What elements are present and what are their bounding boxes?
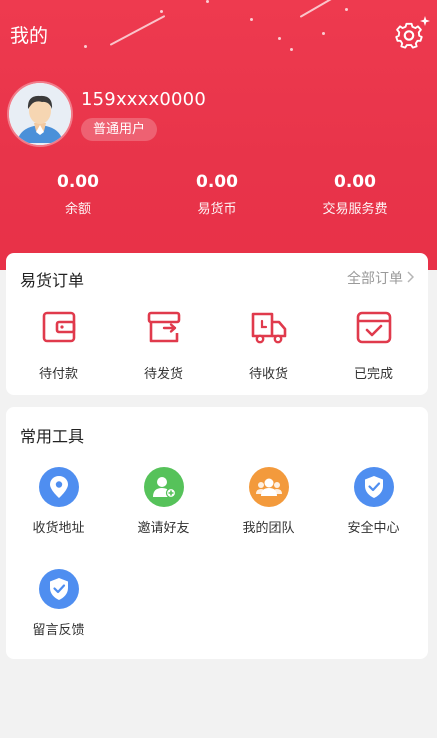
tools-title: 常用工具 — [20, 427, 85, 446]
tool-security-center[interactable]: 安全中心 — [321, 467, 426, 536]
order-pending-receipt[interactable]: 待收货 — [216, 309, 321, 382]
stat-barter-coin[interactable]: 0.00 易货币 — [142, 172, 292, 217]
order-label: 待付款 — [38, 367, 78, 382]
invite-user-icon — [143, 467, 184, 507]
decor-streak — [299, 0, 342, 18]
order-label: 待收货 — [248, 367, 288, 382]
order-pending-payment[interactable]: 待付款 — [6, 309, 111, 382]
decor-star — [290, 48, 293, 51]
default-avatar-icon — [9, 83, 71, 145]
tool-label: 留言反馈 — [32, 623, 85, 638]
order-pending-shipment[interactable]: 待发货 — [111, 309, 216, 382]
stat-service-fee[interactable]: 0.00 交易服务费 — [280, 172, 430, 217]
location-pin-icon — [38, 467, 79, 507]
orders-title: 易货订单 — [20, 271, 85, 290]
decor-star — [250, 18, 253, 21]
decor-star — [160, 10, 163, 13]
tools-card: 常用工具 收货地址 邀请好友 我的团队 安全中心 留言反馈 — [6, 407, 428, 659]
tool-label: 我的团队 — [242, 521, 295, 536]
shield-check-icon — [353, 467, 394, 507]
stat-value: 0.00 — [334, 172, 376, 192]
wallet-icon — [37, 309, 81, 353]
decor-streak — [109, 14, 166, 46]
tool-invite-friends[interactable]: 邀请好友 — [111, 467, 216, 536]
settings-button[interactable] — [392, 14, 430, 50]
stat-balance[interactable]: 0.00 余额 — [3, 172, 153, 217]
feedback-shield-icon — [38, 569, 79, 609]
avatar[interactable] — [9, 83, 71, 145]
stat-value: 0.00 — [196, 172, 238, 192]
decor-star — [84, 45, 87, 48]
page-title: 我的 — [10, 25, 49, 47]
tool-label: 收货地址 — [32, 521, 85, 536]
decor-star — [206, 0, 209, 3]
tool-my-team[interactable]: 我的团队 — [216, 467, 321, 536]
stat-label: 余额 — [64, 202, 91, 217]
chevron-right-icon — [407, 271, 415, 287]
order-completed[interactable]: 已完成 — [321, 309, 426, 382]
orders-card: 易货订单 全部订单 待付款 待发货 待收货 已完成 — [6, 253, 428, 395]
decor-star — [278, 37, 281, 40]
stat-label: 交易服务费 — [322, 202, 388, 217]
stat-value: 0.00 — [57, 172, 99, 192]
tool-label: 邀请好友 — [137, 521, 190, 536]
stat-label: 易货币 — [197, 202, 237, 217]
decor-star — [345, 8, 348, 11]
tool-feedback[interactable]: 留言反馈 — [6, 569, 111, 638]
gear-icon — [395, 16, 430, 49]
truck-icon — [247, 309, 291, 353]
order-label: 已完成 — [353, 367, 393, 382]
order-label: 待发货 — [143, 367, 183, 382]
team-icon — [248, 467, 289, 507]
box-send-icon — [142, 309, 186, 353]
member-level-badge: 普通用户 — [81, 118, 158, 141]
all-orders-label: 全部订单 — [347, 271, 403, 287]
profile-header: 我的 159xxxx0000 普通用户 0.00 余额 0.00 易货币 0.0… — [0, 0, 437, 270]
all-orders-link[interactable]: 全部订单 — [347, 268, 415, 288]
user-phone: 159xxxx0000 — [81, 89, 206, 110]
tool-label: 安全中心 — [347, 521, 400, 536]
tool-shipping-address[interactable]: 收货地址 — [6, 467, 111, 536]
decor-star — [322, 32, 325, 35]
completed-box-icon — [352, 309, 396, 353]
